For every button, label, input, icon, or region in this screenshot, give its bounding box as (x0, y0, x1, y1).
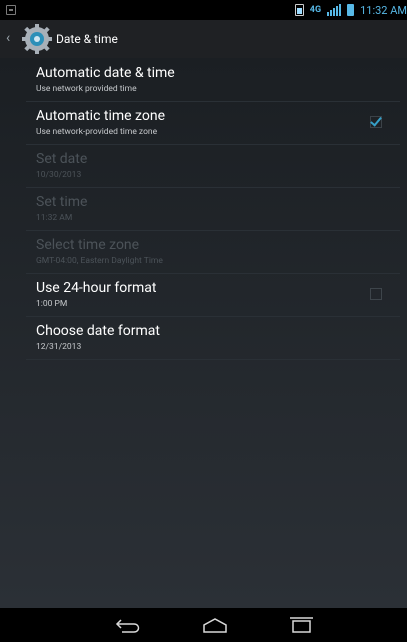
setting-subtitle: GMT-04:00, Eastern Daylight Time (36, 256, 163, 266)
battery-small-icon (294, 4, 304, 16)
setting-choose-date-format[interactable]: Choose date format 12/31/2013 (26, 316, 400, 360)
setting-title: Select time zone (36, 237, 140, 253)
setting-automatic-date-time[interactable]: Automatic date & time Use network provid… (26, 58, 400, 102)
check-icon (370, 114, 382, 127)
setting-subtitle: Use network-provided time zone (36, 127, 158, 137)
setting-title: Set time (36, 194, 88, 210)
setting-title: Set date (36, 151, 88, 167)
setting-subtitle: 1:00 PM (36, 299, 68, 309)
home-icon[interactable] (198, 614, 232, 636)
action-bar: ‹ Date & time (0, 20, 407, 59)
setting-title: Choose date format (36, 323, 160, 339)
setting-subtitle: 12/31/2013 (36, 342, 82, 352)
automatic-time-zone-checkbox[interactable] (370, 114, 382, 128)
setting-subtitle: 10/30/2013 (36, 170, 82, 180)
use-24-hour-format-checkbox[interactable] (370, 288, 382, 300)
notification-icon (6, 5, 16, 15)
setting-subtitle: 11:32 AM (36, 213, 73, 223)
signal-bars-icon (327, 4, 342, 16)
setting-title: Use 24-hour format (36, 280, 157, 296)
battery-icon (347, 4, 355, 16)
setting-title: Automatic date & time (36, 65, 175, 81)
status-bar: 4G 11:32 AM (0, 0, 407, 20)
setting-automatic-time-zone[interactable]: Automatic time zone Use network-provided… (26, 101, 400, 145)
setting-subtitle: Use network provided time (36, 84, 137, 94)
setting-set-date: Set date 10/30/2013 (26, 144, 400, 188)
navigation-bar (0, 608, 407, 642)
recent-apps-icon[interactable] (284, 614, 318, 636)
settings-list: Automatic date & time Use network provid… (0, 58, 407, 608)
back-icon[interactable] (112, 614, 146, 636)
network-type-label: 4G (309, 4, 322, 15)
setting-select-time-zone: Select time zone GMT-04:00, Eastern Dayl… (26, 230, 400, 274)
status-icons: 4G 11:32 AM (294, 0, 407, 20)
chevron-left-icon[interactable]: ‹ (6, 31, 10, 45)
setting-set-time: Set time 11:32 AM (26, 187, 400, 231)
gear-icon[interactable] (22, 24, 52, 54)
clock: 11:32 AM (360, 3, 407, 17)
setting-use-24-hour-format[interactable]: Use 24-hour format 1:00 PM (26, 273, 400, 317)
page-title: Date & time (56, 32, 118, 46)
setting-title: Automatic time zone (36, 108, 166, 124)
